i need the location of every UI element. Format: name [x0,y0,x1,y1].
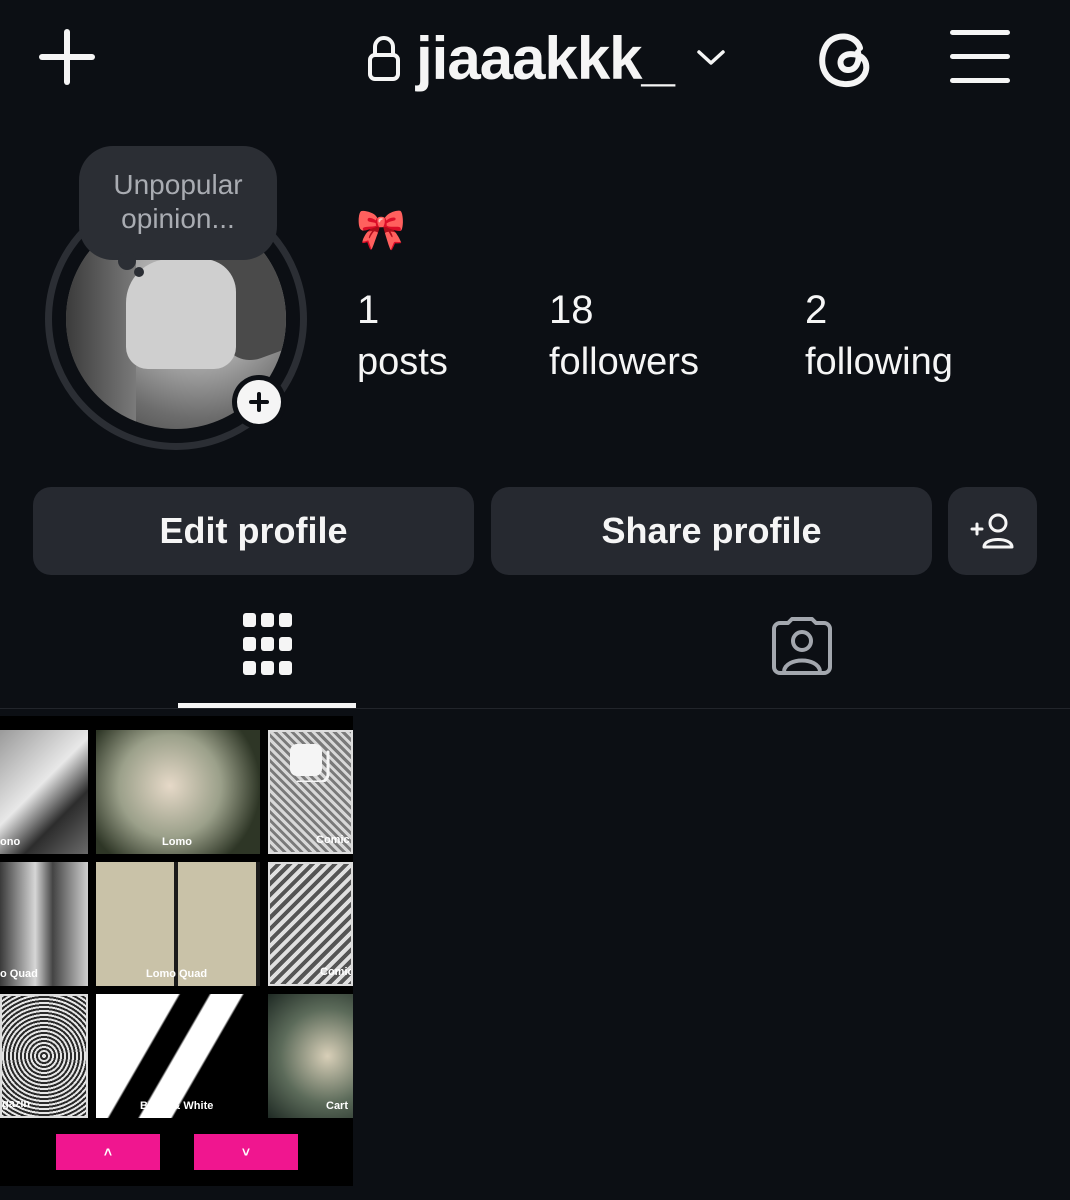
note-bubble-tail [118,252,136,270]
note-text: Unpopular opinion... [113,169,243,234]
post-cell: Lomo [96,730,260,854]
posts-label: posts [357,341,448,383]
post-cell: Lomo Quad [96,862,260,986]
followers-label: followers [549,341,699,383]
cell-label: Lomo Quad [146,968,208,980]
bio-emoji: 🎀 [356,208,406,252]
cell-label: o Quad [0,968,38,980]
followers-count: 18 [549,288,594,332]
cell-label: Comic [316,834,350,846]
scroll-down-button: ˅ [194,1134,298,1170]
note-bubble-tail-small [134,267,144,277]
post-cell: Comic [268,862,353,986]
account-switcher[interactable]: jiaaakkk_ [366,18,726,98]
chevron-down-icon [697,50,725,65]
share-profile-button[interactable]: Share profile [491,487,932,575]
cell-label: Comic [320,966,353,978]
post-cell: Black & White [96,994,260,1118]
following-stat[interactable]: 2 following [805,284,953,388]
post-cell: gazin [0,994,88,1118]
cell-label: gazin [2,1098,31,1110]
tab-tagged[interactable] [714,605,892,705]
post-cell: Cart [268,994,353,1118]
following-label: following [805,341,953,383]
post-cell: ono [0,730,88,854]
post-thumbnail[interactable]: ono Lomo Comic o Quad Lomo Quad Comic ga… [0,716,353,1186]
threads-icon[interactable] [816,26,874,90]
add-story-plus-icon[interactable] [237,380,281,424]
followers-stat[interactable]: 18 followers [549,284,699,388]
add-person-icon [970,513,1013,549]
carousel-icon [290,744,330,782]
post-cell: o Quad [0,862,88,986]
tagged-icon [772,617,832,675]
lock-icon [368,36,400,81]
edit-profile-button[interactable]: Edit profile [33,487,474,575]
create-plus-icon[interactable] [36,26,98,88]
discover-people-button[interactable] [948,487,1037,575]
following-count: 2 [805,288,828,332]
posts-count: 1 [357,288,380,332]
username: jiaaakkk_ [416,24,675,92]
scroll-up-button: ˄ [56,1134,160,1170]
cell-label: ono [0,836,21,848]
posts-stat[interactable]: 1 posts [357,284,448,388]
cell-label: Lomo [162,836,192,848]
grid-icon [243,613,292,675]
cell-label: Cart [326,1100,349,1112]
tab-divider [0,708,1070,709]
cell-label: Black & White [140,1100,214,1112]
menu-icon[interactable] [950,30,1010,84]
